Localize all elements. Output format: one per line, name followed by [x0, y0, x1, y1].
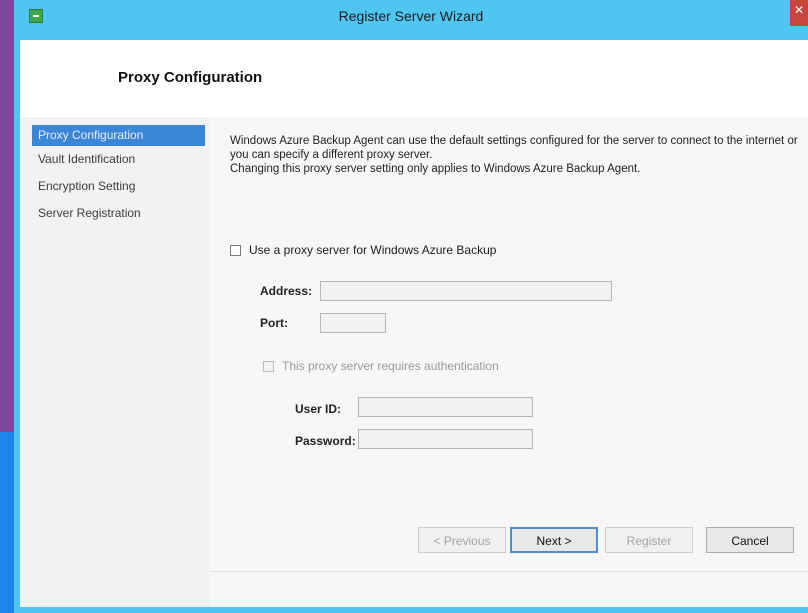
wizard-header: Proxy Configuration [20, 40, 808, 117]
next-button[interactable]: Next > [510, 527, 598, 553]
footer-divider [210, 571, 808, 572]
description-line-1: Windows Azure Backup Agent can use the d… [230, 135, 798, 161]
userid-input[interactable] [358, 397, 533, 417]
use-proxy-label: Use a proxy server for Windows Azure Bac… [249, 243, 497, 257]
address-label: Address: [260, 284, 313, 298]
nav-item-vault-identification[interactable]: Vault Identification [20, 146, 210, 173]
close-icon[interactable]: ✕ [790, 0, 808, 26]
description-line-2: Changing this proxy server setting only … [230, 163, 641, 175]
nav-item-proxy-configuration[interactable]: Proxy Configuration [32, 125, 205, 146]
auth-checkbox[interactable] [263, 360, 274, 372]
port-label: Port: [260, 316, 288, 330]
register-server-wizard-window: Register Server Wizard ✕ Proxy Configura… [14, 0, 808, 613]
nav-item-encryption-setting[interactable]: Encryption Setting [20, 173, 210, 200]
previous-button[interactable]: < Previous [418, 527, 506, 553]
cancel-button[interactable]: Cancel [706, 527, 794, 553]
userid-label: User ID: [295, 402, 342, 416]
auth-row[interactable]: This proxy server requires authenticatio… [263, 359, 499, 373]
password-input[interactable] [358, 429, 533, 449]
port-input[interactable] [320, 313, 386, 333]
register-button[interactable]: Register [605, 527, 693, 553]
use-proxy-row[interactable]: Use a proxy server for Windows Azure Bac… [230, 243, 496, 257]
title-bar[interactable]: Register Server Wizard ✕ [14, 0, 808, 40]
auth-label: This proxy server requires authenticatio… [282, 359, 499, 373]
page-title: Proxy Configuration [118, 69, 263, 86]
window-title: Register Server Wizard [338, 8, 484, 24]
password-label: Password: [295, 434, 356, 448]
address-input[interactable] [320, 281, 612, 301]
description-text: Windows Azure Backup Agent can use the d… [230, 134, 800, 176]
wizard-content: Proxy Configuration Proxy Configuration … [20, 40, 808, 607]
wizard-steps-nav: Proxy Configuration Vault Identification… [20, 117, 210, 607]
use-proxy-checkbox[interactable] [230, 244, 241, 256]
nav-item-server-registration[interactable]: Server Registration [20, 200, 210, 227]
